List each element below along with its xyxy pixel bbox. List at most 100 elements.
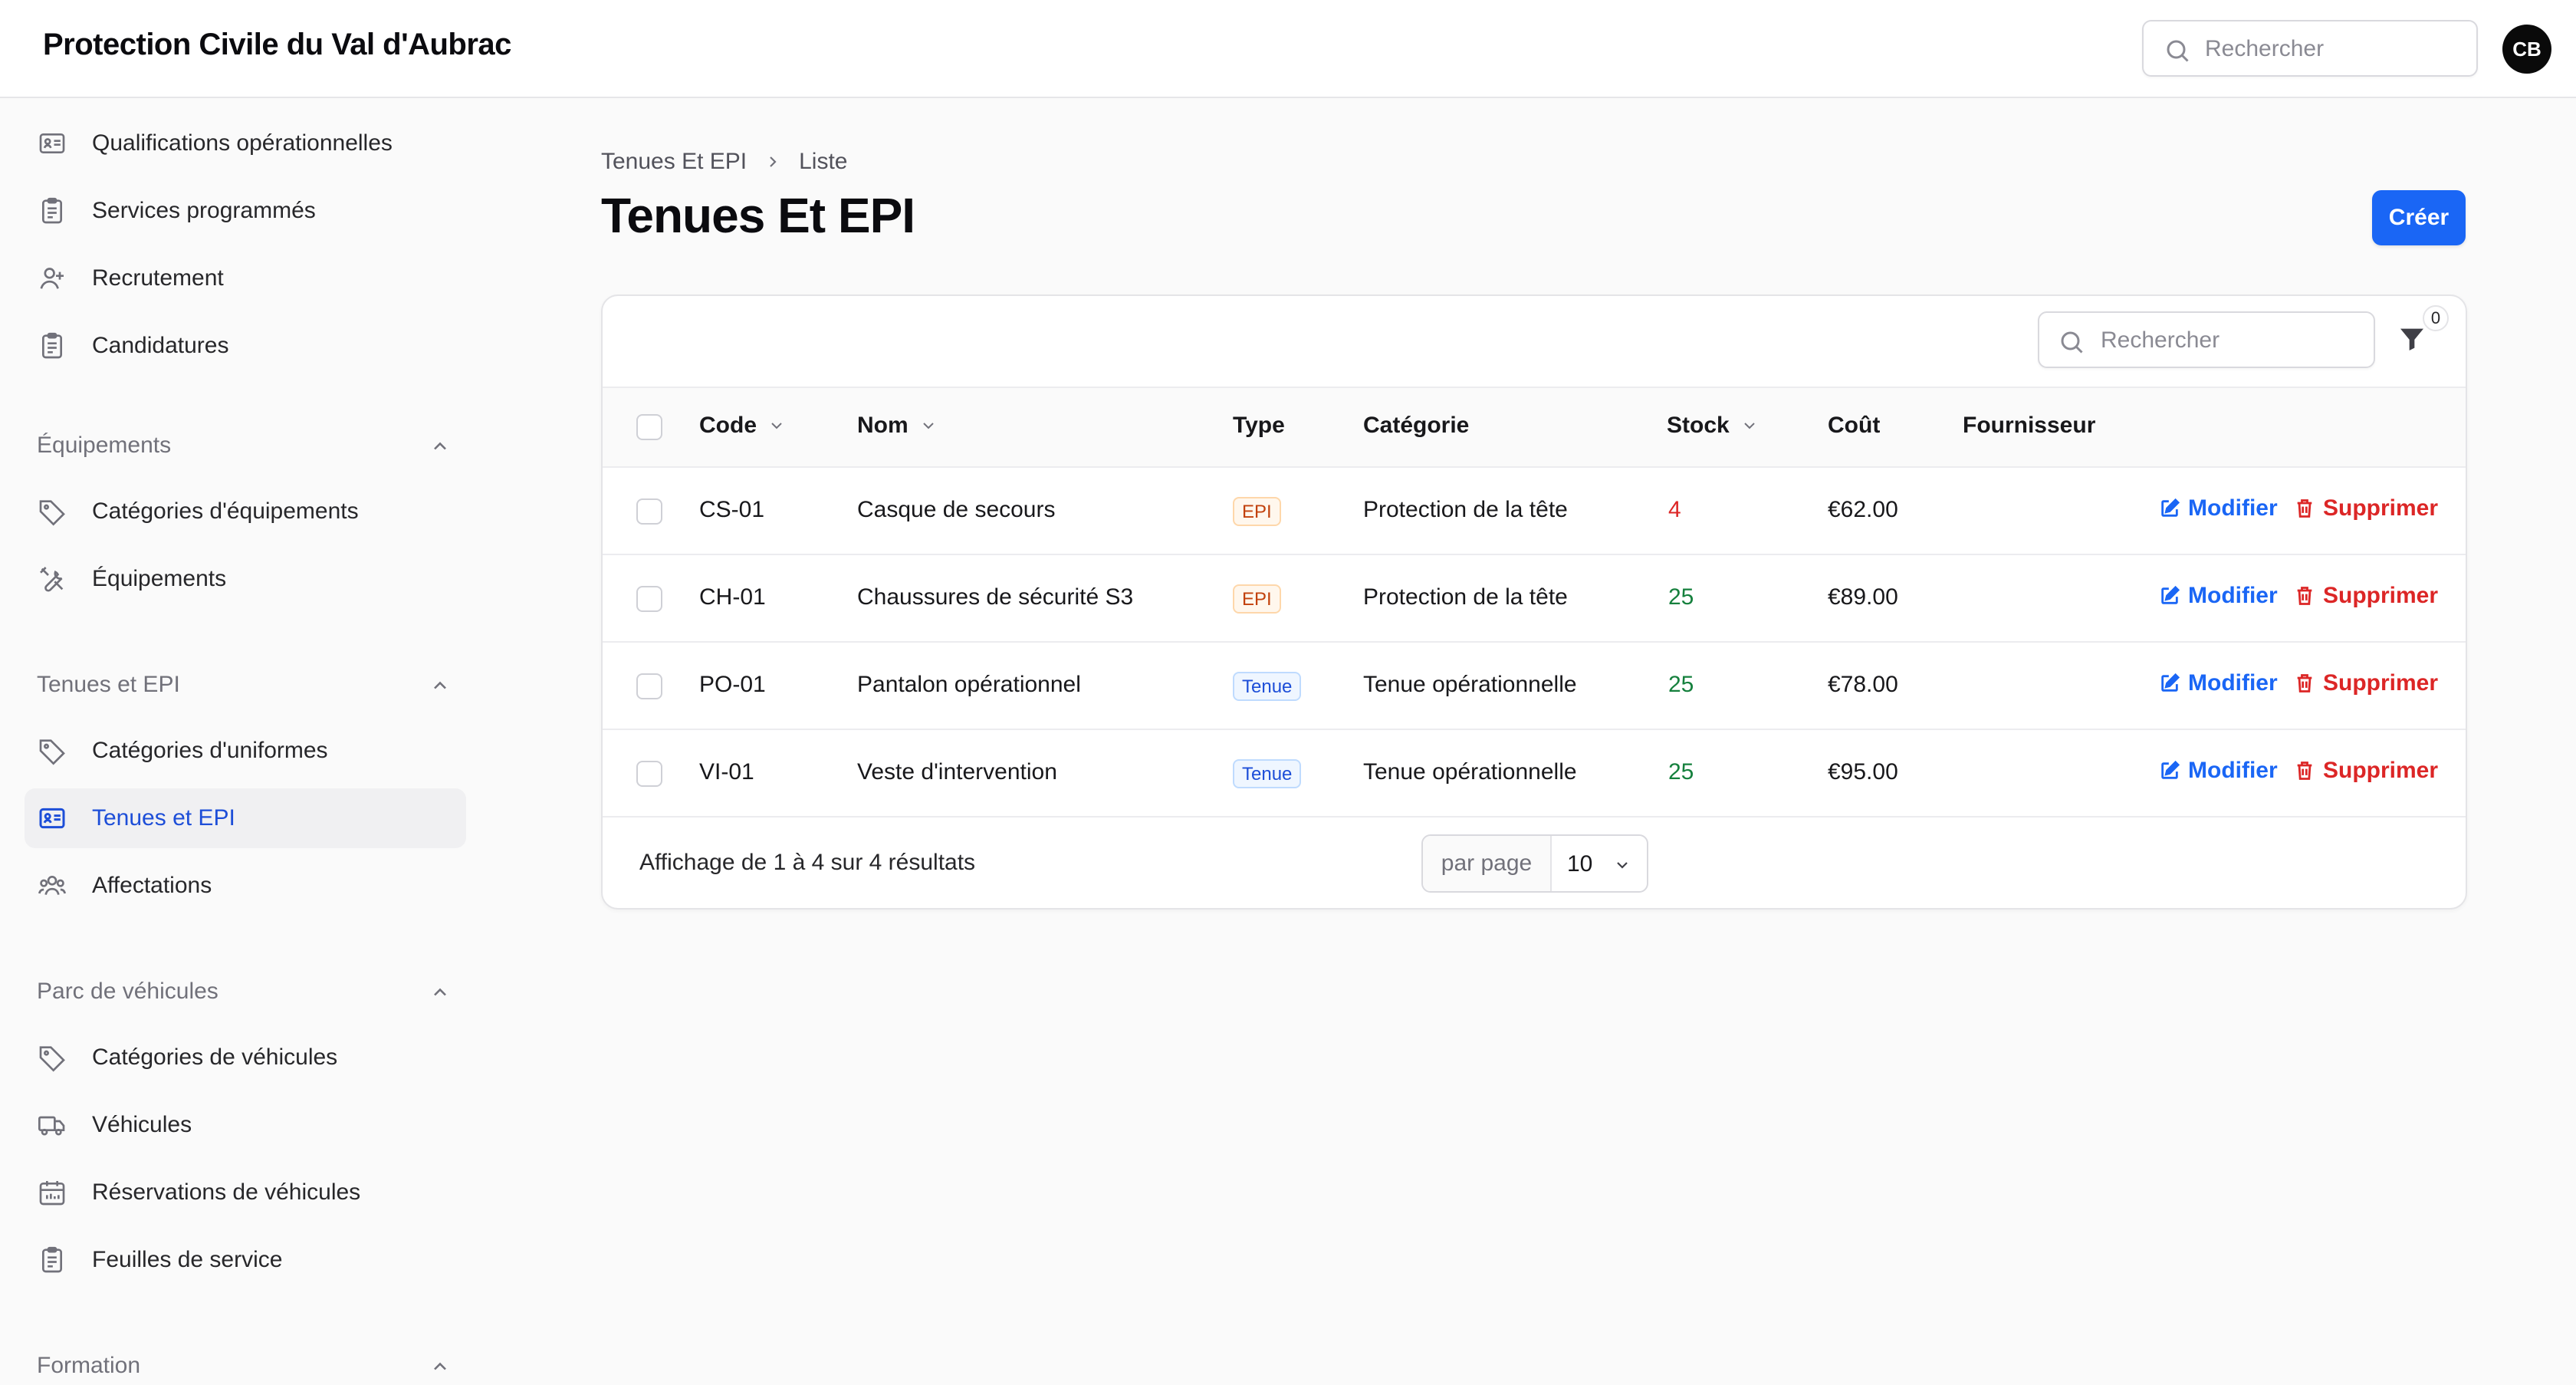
search-placeholder: Rechercher (2205, 36, 2325, 61)
chevron-up-icon[interactable] (429, 675, 451, 696)
cell-stock: 25 (1668, 759, 1694, 785)
page-title: Tenues Et EPI (601, 188, 915, 243)
edit-button[interactable]: Modifier (2159, 495, 2278, 521)
table-search-input[interactable]: Rechercher (2038, 311, 2375, 368)
edit-button[interactable]: Modifier (2159, 670, 2278, 696)
cell-cout: €62.00 (1828, 497, 1898, 522)
sidebar-item-equipements[interactable]: Équipements (25, 549, 466, 609)
column-header-code[interactable]: Code (699, 413, 786, 439)
cell-cout: €89.00 (1828, 584, 1898, 610)
calendar-icon (37, 1177, 67, 1208)
cell-stock: 25 (1668, 584, 1694, 610)
cell-categorie: Protection de la tête (1363, 497, 1568, 522)
row-checkbox[interactable] (636, 586, 662, 612)
column-header-nom[interactable]: Nom (857, 413, 938, 439)
nav-group-parc-vehicules[interactable]: Parc de véhicules (37, 972, 451, 1011)
nav-group-formation[interactable]: Formation (37, 1347, 451, 1385)
sidebar-item-categories-vehicules[interactable]: Catégories de véhicules (25, 1028, 466, 1087)
sidebar-item-categories-uniformes[interactable]: Catégories d'uniformes (25, 721, 466, 781)
breadcrumb-item-tenues[interactable]: Tenues Et EPI (601, 149, 747, 175)
chevron-down-icon (919, 416, 938, 435)
sidebar-item-candidatures[interactable]: Candidatures (25, 316, 466, 376)
column-header-categorie: Catégorie (1363, 413, 1470, 438)
trash-icon (2297, 587, 2312, 605)
select-all-checkbox[interactable] (636, 414, 662, 440)
delete-button[interactable]: Supprimer (2294, 758, 2438, 784)
sidebar-item-feuilles-service[interactable]: Feuilles de service (25, 1230, 466, 1290)
sidebar-item-categories-equipements[interactable]: Catégories d'équipements (25, 482, 466, 541)
sidebar-item-tenues-epi[interactable]: Tenues et EPI (25, 788, 466, 848)
users-icon (37, 870, 67, 901)
row-checkbox[interactable] (636, 498, 662, 525)
cell-code: VI-01 (699, 759, 754, 785)
sidebar-item-qualifications[interactable]: Qualifications opérationnelles (25, 113, 466, 173)
column-header-type: Type (1233, 413, 1285, 438)
edit-icon (2161, 760, 2180, 779)
type-badge: EPI (1233, 584, 1281, 614)
table-panel: Rechercher 0 Code Nom Type Catégorie Sto… (601, 294, 2467, 910)
table-row: CS-01 Casque de secours EPI Protection d… (603, 468, 2466, 555)
cell-stock: 4 (1668, 497, 1681, 522)
table-row: CH-01 Chaussures de sécurité S3 EPI Prot… (603, 555, 2466, 643)
cell-nom: Pantalon opérationnel (857, 672, 1081, 697)
search-placeholder: Rechercher (2101, 327, 2220, 353)
type-badge: Tenue (1233, 672, 1302, 701)
type-badge: EPI (1233, 497, 1281, 526)
cell-cout: €95.00 (1828, 759, 1898, 785)
type-badge: Tenue (1233, 759, 1302, 788)
tag-icon (37, 496, 67, 527)
chevron-up-icon[interactable] (429, 436, 451, 457)
edit-button[interactable]: Modifier (2159, 583, 2278, 609)
nav-group-tenues-epi[interactable]: Tenues et EPI (37, 666, 451, 704)
sidebar-item-recrutement[interactable]: Recrutement (25, 248, 466, 308)
id-card-icon (37, 128, 67, 159)
chevron-up-icon[interactable] (429, 1356, 451, 1377)
cell-nom: Veste d'intervention (857, 759, 1057, 785)
global-search-input[interactable]: Rechercher (2142, 20, 2478, 77)
cell-nom: Chaussures de sécurité S3 (857, 584, 1134, 610)
create-button[interactable]: Créer (2372, 190, 2466, 245)
truck-icon (37, 1110, 67, 1140)
clipboard-icon (37, 331, 67, 361)
delete-button[interactable]: Supprimer (2294, 583, 2438, 609)
per-page-label: par page (1423, 836, 1552, 891)
edit-icon (2161, 498, 2180, 517)
delete-button[interactable]: Supprimer (2294, 495, 2438, 521)
nav-group-equipements[interactable]: Équipements (37, 426, 451, 465)
row-checkbox[interactable] (636, 761, 662, 787)
column-header-stock[interactable]: Stock (1667, 413, 1759, 439)
sidebar-item-services-programmes[interactable]: Services programmés (25, 181, 466, 241)
cell-code: PO-01 (699, 672, 766, 697)
clipboard-icon (37, 196, 67, 226)
chevron-up-icon[interactable] (429, 982, 451, 1003)
row-checkbox[interactable] (636, 673, 662, 699)
app-title[interactable]: Protection Civile du Val d'Aubrac (43, 28, 511, 62)
top-bar: Protection Civile du Val d'Aubrac Recher… (0, 0, 2576, 98)
tools-icon (37, 564, 67, 594)
sidebar-item-vehicules[interactable]: Véhicules (25, 1095, 466, 1155)
tag-icon (37, 735, 67, 766)
sidebar: Qualifications opérationnelles Services … (0, 98, 491, 1380)
breadcrumb: Tenues Et EPI Liste (601, 149, 847, 175)
table-row: VI-01 Veste d'intervention Tenue Tenue o… (603, 730, 2466, 818)
cell-code: CS-01 (699, 497, 765, 522)
sidebar-item-reservations-vehicules[interactable]: Réservations de véhicules (25, 1163, 466, 1222)
search-icon (2058, 328, 2085, 356)
avatar[interactable]: CB (2502, 25, 2551, 74)
cell-categorie: Tenue opérationnelle (1363, 672, 1577, 697)
cell-code: CH-01 (699, 584, 766, 610)
column-header-cout: Coût (1828, 413, 1881, 438)
sidebar-item-affectations[interactable]: Affectations (25, 856, 466, 916)
edit-icon (2161, 585, 2180, 604)
user-plus-icon (37, 263, 67, 294)
column-header-fournisseur: Fournisseur (1963, 413, 2096, 438)
chevron-down-icon (767, 416, 786, 435)
filter-count-badge: 0 (2423, 305, 2449, 331)
table-row: PO-01 Pantalon opérationnel Tenue Tenue … (603, 643, 2466, 730)
search-icon (2164, 37, 2191, 64)
id-card-icon (37, 803, 67, 834)
clipboard-icon (37, 1245, 67, 1275)
delete-button[interactable]: Supprimer (2294, 670, 2438, 696)
edit-button[interactable]: Modifier (2159, 758, 2278, 784)
per-page-select[interactable]: par page 10 (1421, 834, 1648, 893)
